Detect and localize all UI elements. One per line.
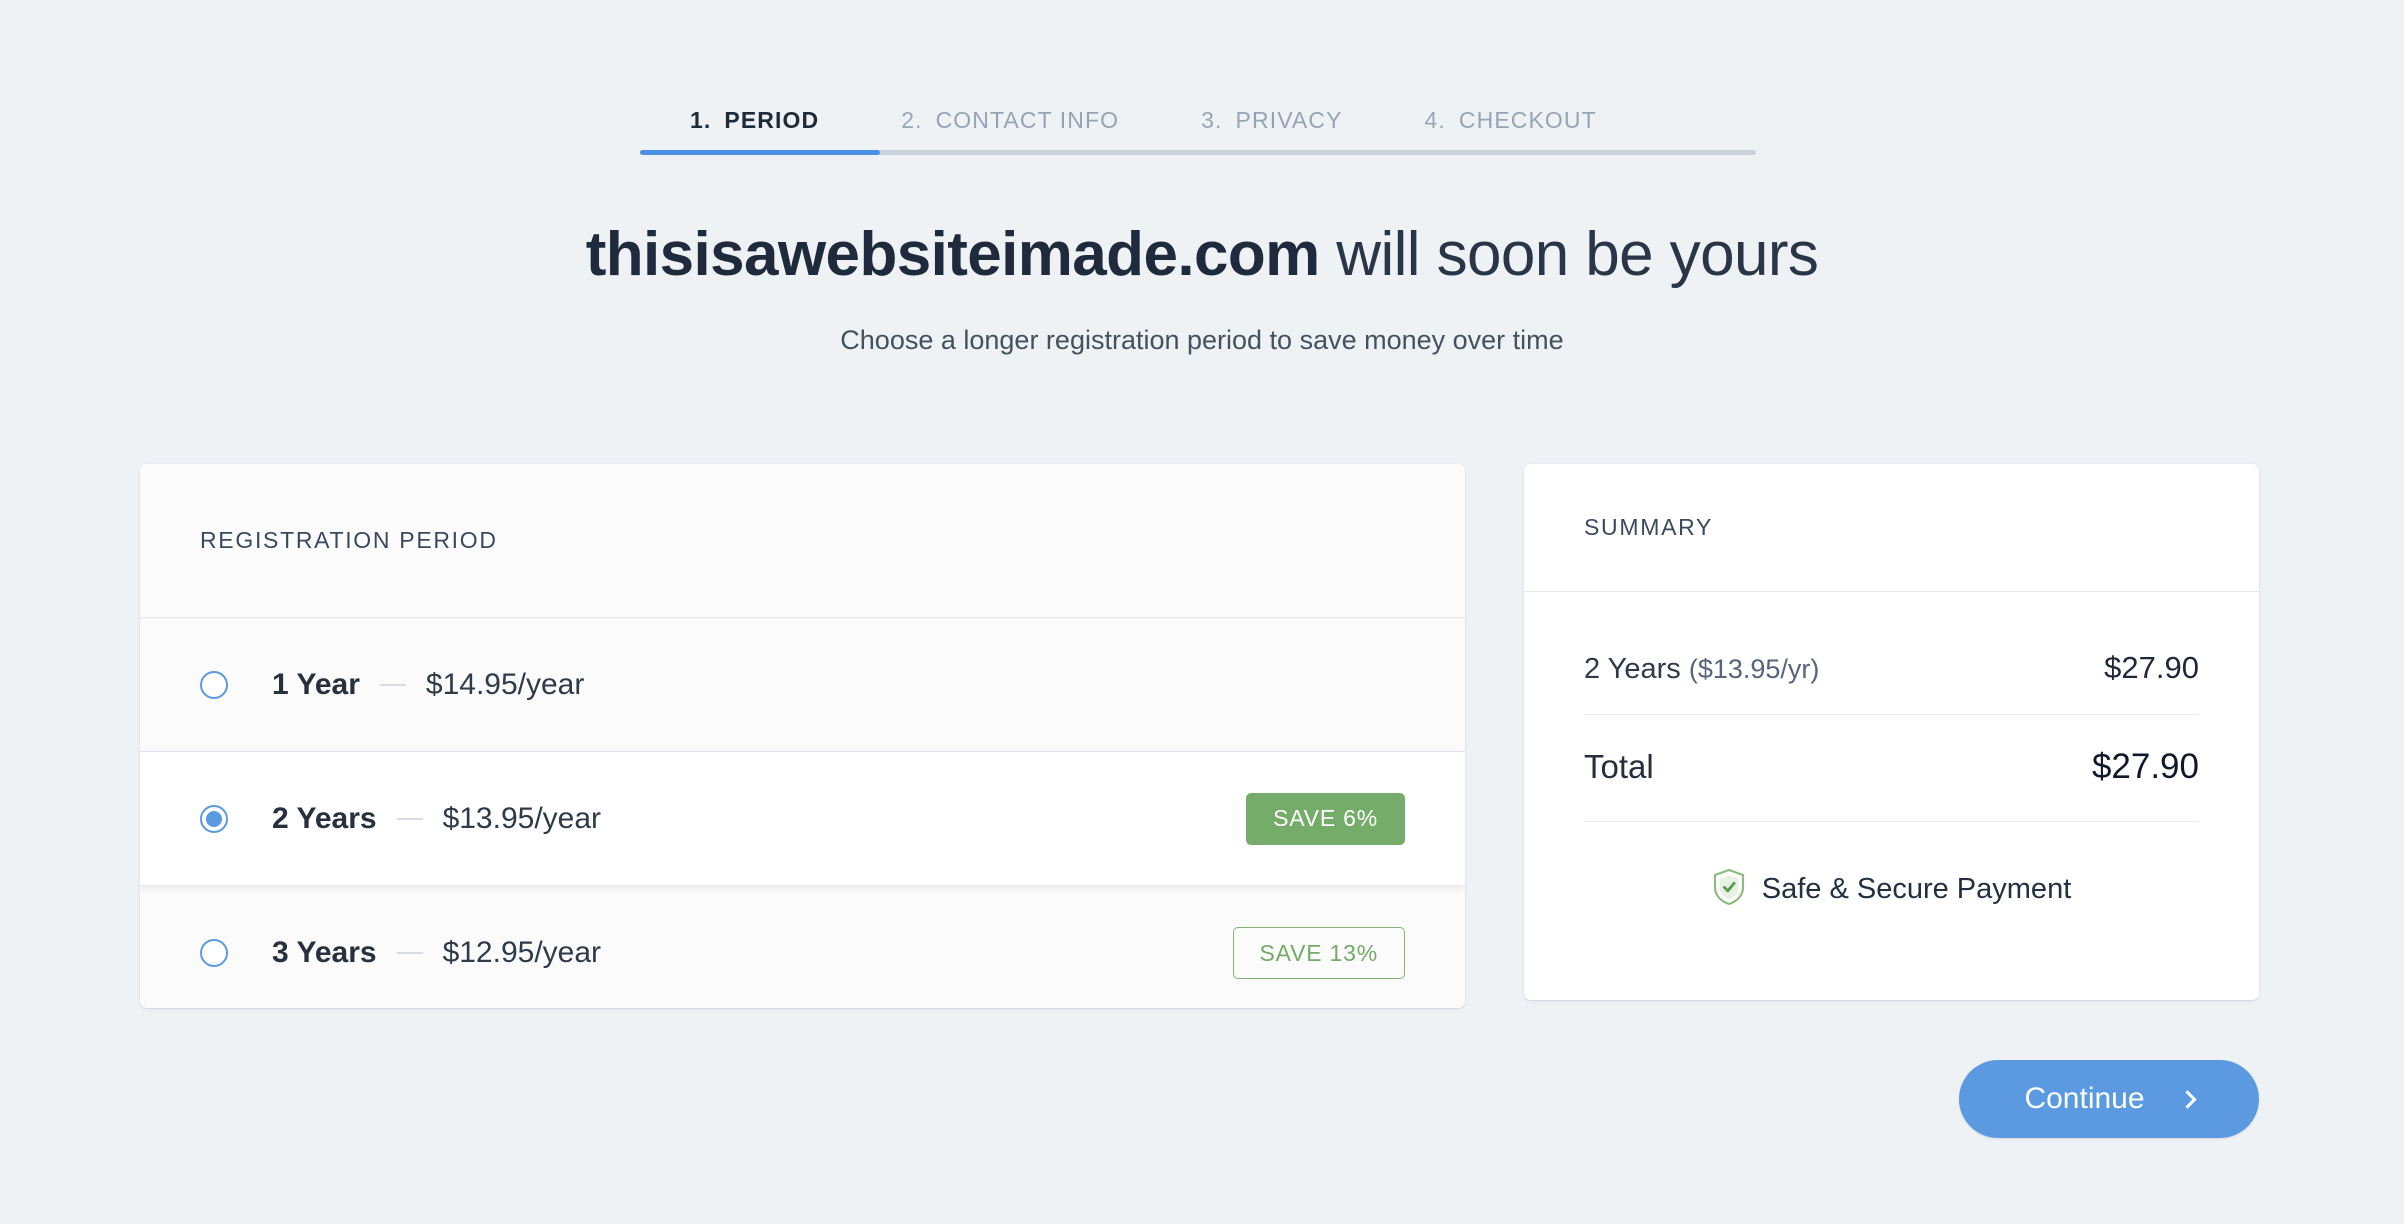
- step-tab-contact-info[interactable]: 2. CONTACT INFO: [901, 107, 1119, 134]
- separator-dash-icon: [396, 952, 423, 954]
- period-option-row-1-year[interactable]: 1 Year $14.95/year: [140, 618, 1465, 752]
- stepper-tabs: 1. PERIOD 2. CONTACT INFO 3. PRIVACY 4. …: [640, 78, 1756, 134]
- summary-card: SUMMARY 2 Years ($13.95/yr) $27.90 Total…: [1524, 464, 2259, 1000]
- checkout-page: 1. PERIOD 2. CONTACT INFO 3. PRIVACY 4. …: [0, 0, 2404, 1224]
- period-term-label: 1 Year: [272, 667, 360, 701]
- summary-total-row: Total $27.90: [1584, 715, 2199, 822]
- radio-3-years[interactable]: [200, 939, 228, 967]
- step-label: PRIVACY: [1235, 107, 1343, 133]
- summary-line-term: 2 Years: [1584, 653, 1681, 685]
- secure-payment-notice: Safe & Secure Payment: [1584, 822, 2199, 911]
- step-label: CHECKOUT: [1458, 107, 1597, 133]
- summary-heading: SUMMARY: [1524, 464, 2259, 592]
- step-tab-privacy[interactable]: 3. PRIVACY: [1201, 107, 1342, 134]
- page-title: thisisawebsiteimade.com will soon be you…: [0, 218, 2404, 291]
- badge-slot: SAVE 13%: [1232, 927, 1405, 979]
- step-number: 4.: [1424, 107, 1446, 133]
- step-label: PERIOD: [724, 107, 820, 133]
- domain-name: thisisawebsiteimade.com: [585, 220, 1321, 289]
- period-price: $12.95/year: [442, 936, 602, 969]
- summary-body: 2 Years ($13.95/yr) $27.90 Total $27.90: [1524, 592, 2259, 911]
- page-subtitle: Choose a longer registration period to s…: [840, 325, 1564, 355]
- step-number: 3.: [1201, 107, 1223, 133]
- registration-period-heading: REGISTRATION PERIOD: [140, 464, 1465, 618]
- period-price: $13.95/year: [442, 801, 602, 835]
- radio-2-years[interactable]: [200, 804, 228, 833]
- summary-line-item: 2 Years ($13.95/yr) $27.90: [1584, 592, 2199, 715]
- summary-line-item-label: 2 Years ($13.95/yr): [1584, 653, 1819, 686]
- chevron-right-icon: [2177, 1089, 2197, 1109]
- continue-button-label: Continue: [2024, 1082, 2145, 1115]
- save-badge-3-years[interactable]: SAVE 13%: [1232, 927, 1405, 979]
- step-tab-period[interactable]: 1. PERIOD: [690, 107, 819, 134]
- stepper-progress-track: [640, 150, 1756, 155]
- separator-dash-icon: [396, 817, 423, 820]
- period-option-row-3-years[interactable]: 3 Years $12.95/year SAVE 13%: [140, 886, 1465, 1008]
- radio-1-year[interactable]: [200, 670, 228, 699]
- save-badge-2-years[interactable]: SAVE 6%: [1246, 792, 1405, 845]
- separator-dash-icon: [379, 683, 406, 686]
- summary-total-amount: $27.90: [2091, 747, 2199, 786]
- summary-line-rate: ($13.95/yr): [1688, 654, 1820, 684]
- headline-suffix: will soon be yours: [1319, 220, 1819, 289]
- checkout-stepper: 1. PERIOD 2. CONTACT INFO 3. PRIVACY 4. …: [640, 78, 1756, 155]
- period-term-label: 2 Years: [272, 801, 377, 835]
- continue-button[interactable]: Continue: [1959, 1060, 2259, 1138]
- period-option-row-2-years[interactable]: 2 Years $13.95/year SAVE 6%: [140, 752, 1465, 886]
- stepper-progress-fill: [640, 150, 880, 155]
- summary-line-amount: $27.90: [2104, 650, 2199, 685]
- step-number: 1.: [690, 107, 712, 133]
- period-term-label: 3 Years: [272, 936, 377, 969]
- step-label: CONTACT INFO: [935, 107, 1120, 133]
- step-number: 2.: [901, 107, 923, 133]
- step-tab-checkout[interactable]: 4. CHECKOUT: [1425, 107, 1597, 134]
- period-price: $14.95/year: [425, 667, 585, 701]
- secure-payment-text: Safe & Secure Payment: [1761, 873, 2072, 905]
- badge-slot: SAVE 6%: [1246, 792, 1405, 845]
- shield-check-icon: [1712, 868, 1746, 911]
- registration-period-card: REGISTRATION PERIOD 1 Year $14.95/year 2…: [140, 464, 1465, 1008]
- summary-total-label: Total: [1584, 748, 1654, 785]
